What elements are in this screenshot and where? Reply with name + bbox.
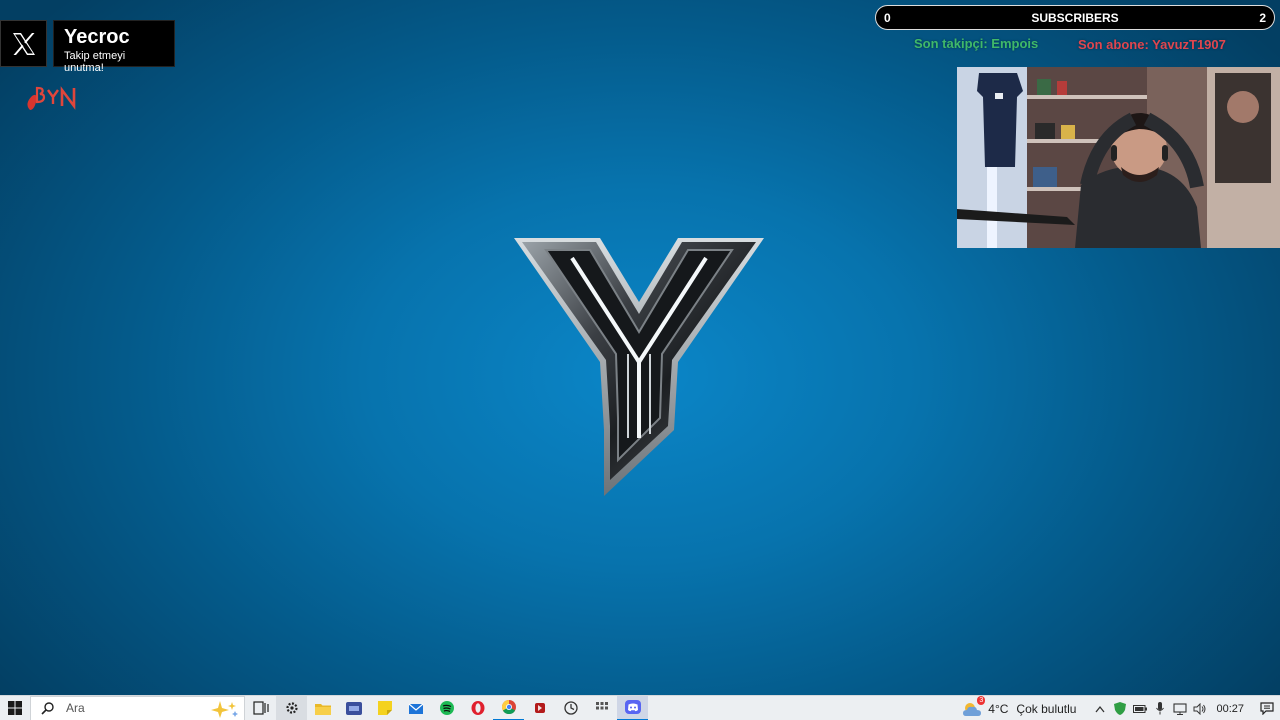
spotify-icon (439, 701, 454, 715)
subscriber-current: 0 (884, 10, 891, 25)
calculator-app[interactable] (586, 696, 617, 720)
clock-app[interactable] (555, 696, 586, 720)
spotify-app[interactable] (431, 696, 462, 720)
weather-alert-badge: 3 (977, 695, 986, 705)
sticky-notes-icon (377, 701, 392, 715)
subscriber-goal-bar: 0 SUBSCRIBERS 2 (875, 5, 1275, 30)
weather-condition: Çok bulutlu (1016, 701, 1077, 716)
desktop-y-logo (514, 238, 764, 496)
battery-icon (1133, 704, 1148, 713)
volume-tray[interactable] (1190, 696, 1210, 720)
x-handle-name: Yecroc (64, 26, 130, 48)
system-tray: 3 4°C Çok bulutlu 00:27 (961, 695, 1280, 720)
volume-icon (1193, 702, 1206, 715)
x-logo-icon (0, 20, 47, 67)
byn-logo-icon (27, 86, 76, 110)
file-explorer-app[interactable] (307, 696, 338, 720)
settings-icon (285, 702, 298, 714)
taskbar-clock[interactable]: 00:27 (1216, 703, 1244, 715)
app-red-icon (534, 703, 545, 713)
app-icon (345, 701, 362, 715)
opera-app[interactable] (462, 696, 493, 720)
show-hidden-icons-button[interactable] (1090, 696, 1110, 720)
opera-icon (471, 701, 484, 715)
last-subscriber: Son abone: YavuzT1907 (1078, 37, 1226, 52)
x-follow-reminder: Takip etmeyi unutma! (64, 50, 126, 74)
discord-app[interactable] (617, 695, 648, 720)
clock-app-icon (563, 701, 578, 715)
microphone-tray[interactable] (1150, 696, 1170, 720)
weather-icon: 3 (961, 695, 986, 718)
webcam-feed (957, 67, 1280, 248)
windows-icon (8, 701, 22, 715)
last-follower: Son takipçi: Empois (914, 36, 1039, 51)
settings-app[interactable] (276, 695, 307, 720)
mail-app[interactable] (400, 696, 431, 720)
task-view-button[interactable] (245, 696, 276, 720)
network-tray[interactable] (1170, 696, 1190, 720)
weather-temperature: 4°C (988, 701, 1009, 716)
weather-widget[interactable]: 3 4°C Çok bulutlu (961, 695, 1077, 718)
calculator-icon (595, 702, 608, 710)
desktop-app[interactable] (338, 696, 369, 720)
file-explorer-icon (314, 703, 331, 715)
taskbar: 3 4°C Çok bulutlu 00:27 (0, 695, 1280, 720)
notification-icon (1260, 702, 1274, 715)
shield-icon (1114, 702, 1127, 715)
chevron-up-icon (1095, 705, 1105, 712)
discord-icon (624, 700, 641, 714)
battery-tray[interactable] (1130, 696, 1150, 720)
x-handle-box: Yecroc Takip etmeyi unutma! (53, 20, 175, 74)
search-icon (41, 701, 54, 715)
search-input[interactable] (66, 701, 206, 715)
mail-icon (408, 703, 423, 714)
task-view-icon (252, 701, 269, 715)
security-tray[interactable] (1110, 696, 1130, 720)
chrome-app[interactable] (493, 696, 524, 720)
subscriber-goal-title: SUBSCRIBERS (1031, 10, 1119, 25)
start-button[interactable] (0, 696, 30, 720)
notification-center-button[interactable] (1254, 696, 1280, 720)
x-follow-card: Yecroc Takip etmeyi unutma! (0, 20, 175, 74)
microphone-icon (1156, 702, 1165, 715)
network-icon (1173, 702, 1188, 715)
taskbar-search[interactable] (30, 695, 245, 720)
subscriber-goal: 2 (1259, 10, 1266, 25)
search-highlight-icon (211, 700, 238, 718)
sticky-notes-app[interactable] (369, 696, 400, 720)
red-app[interactable] (524, 696, 555, 720)
chrome-icon (501, 700, 516, 714)
